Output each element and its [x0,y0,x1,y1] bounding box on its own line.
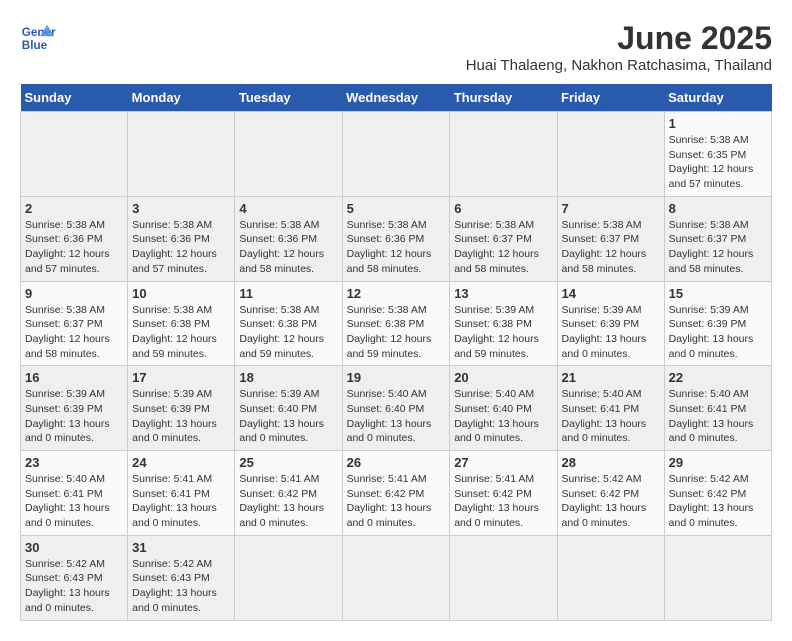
day-cell-29: 29 Sunrise: 5:42 AM Sunset: 6:42 PM Dayl… [664,451,771,536]
empty-cell [450,112,557,197]
empty-cell [235,535,342,620]
day-cell-8: 8 Sunrise: 5:38 AM Sunset: 6:37 PM Dayli… [664,196,771,281]
day-cell-22: 22 Sunrise: 5:40 AM Sunset: 6:41 PM Dayl… [664,366,771,451]
sub-title: Huai Thalaeng, Nakhon Ratchasima, Thaila… [466,57,772,74]
day-cell-2: 2 Sunrise: 5:38 AM Sunset: 6:36 PM Dayli… [21,196,128,281]
calendar-header-row: Sunday Monday Tuesday Wednesday Thursday… [21,84,772,112]
col-saturday: Saturday [664,84,771,112]
day-cell-18: 18 Sunrise: 5:39 AM Sunset: 6:40 PM Dayl… [235,366,342,451]
day-cell-24: 24 Sunrise: 5:41 AM Sunset: 6:41 PM Dayl… [128,451,235,536]
empty-cell [557,535,664,620]
day-cell-7: 7 Sunrise: 5:38 AM Sunset: 6:37 PM Dayli… [557,196,664,281]
day-cell-12: 12 Sunrise: 5:38 AM Sunset: 6:38 PM Dayl… [342,281,450,366]
logo: General Blue [20,20,56,56]
day-cell-30: 30 Sunrise: 5:42 AM Sunset: 6:43 PM Dayl… [21,535,128,620]
empty-cell [342,112,450,197]
week-row-3: 9 Sunrise: 5:38 AM Sunset: 6:37 PM Dayli… [21,281,772,366]
col-sunday: Sunday [21,84,128,112]
empty-cell [664,535,771,620]
week-row-2: 2 Sunrise: 5:38 AM Sunset: 6:36 PM Dayli… [21,196,772,281]
day-cell-28: 28 Sunrise: 5:42 AM Sunset: 6:42 PM Dayl… [557,451,664,536]
day-cell-25: 25 Sunrise: 5:41 AM Sunset: 6:42 PM Dayl… [235,451,342,536]
empty-cell [128,112,235,197]
empty-cell [235,112,342,197]
day-cell-27: 27 Sunrise: 5:41 AM Sunset: 6:42 PM Dayl… [450,451,557,536]
day-cell-15: 15 Sunrise: 5:39 AM Sunset: 6:39 PM Dayl… [664,281,771,366]
header: General Blue June 2025 Huai Thalaeng, Na… [20,20,772,74]
col-tuesday: Tuesday [235,84,342,112]
day-cell-31: 31 Sunrise: 5:42 AM Sunset: 6:43 PM Dayl… [128,535,235,620]
day-cell-6: 6 Sunrise: 5:38 AM Sunset: 6:37 PM Dayli… [450,196,557,281]
day-cell-11: 11 Sunrise: 5:38 AM Sunset: 6:38 PM Dayl… [235,281,342,366]
empty-cell [557,112,664,197]
col-wednesday: Wednesday [342,84,450,112]
day-cell-1: 1 Sunrise: 5:38 AM Sunset: 6:35 PM Dayli… [664,112,771,197]
col-monday: Monday [128,84,235,112]
week-row-6: 30 Sunrise: 5:42 AM Sunset: 6:43 PM Dayl… [21,535,772,620]
week-row-4: 16 Sunrise: 5:39 AM Sunset: 6:39 PM Dayl… [21,366,772,451]
day-cell-14: 14 Sunrise: 5:39 AM Sunset: 6:39 PM Dayl… [557,281,664,366]
empty-cell [450,535,557,620]
week-row-1: 1 Sunrise: 5:38 AM Sunset: 6:35 PM Dayli… [21,112,772,197]
day-cell-21: 21 Sunrise: 5:40 AM Sunset: 6:41 PM Dayl… [557,366,664,451]
empty-cell [342,535,450,620]
calendar-table: Sunday Monday Tuesday Wednesday Thursday… [20,84,772,621]
week-row-5: 23 Sunrise: 5:40 AM Sunset: 6:41 PM Dayl… [21,451,772,536]
day-cell-13: 13 Sunrise: 5:39 AM Sunset: 6:38 PM Dayl… [450,281,557,366]
empty-cell [21,112,128,197]
day-cell-16: 16 Sunrise: 5:39 AM Sunset: 6:39 PM Dayl… [21,366,128,451]
day-cell-26: 26 Sunrise: 5:41 AM Sunset: 6:42 PM Dayl… [342,451,450,536]
day-cell-4: 4 Sunrise: 5:38 AM Sunset: 6:36 PM Dayli… [235,196,342,281]
svg-text:Blue: Blue [22,39,48,52]
col-thursday: Thursday [450,84,557,112]
day-cell-10: 10 Sunrise: 5:38 AM Sunset: 6:38 PM Dayl… [128,281,235,366]
day-cell-9: 9 Sunrise: 5:38 AM Sunset: 6:37 PM Dayli… [21,281,128,366]
col-friday: Friday [557,84,664,112]
day-cell-5: 5 Sunrise: 5:38 AM Sunset: 6:36 PM Dayli… [342,196,450,281]
day-cell-20: 20 Sunrise: 5:40 AM Sunset: 6:40 PM Dayl… [450,366,557,451]
main-title: June 2025 [466,20,772,57]
day-cell-3: 3 Sunrise: 5:38 AM Sunset: 6:36 PM Dayli… [128,196,235,281]
logo-icon: General Blue [20,20,56,56]
title-area: June 2025 Huai Thalaeng, Nakhon Ratchasi… [466,20,772,74]
day-cell-17: 17 Sunrise: 5:39 AM Sunset: 6:39 PM Dayl… [128,366,235,451]
day-cell-19: 19 Sunrise: 5:40 AM Sunset: 6:40 PM Dayl… [342,366,450,451]
day-cell-23: 23 Sunrise: 5:40 AM Sunset: 6:41 PM Dayl… [21,451,128,536]
